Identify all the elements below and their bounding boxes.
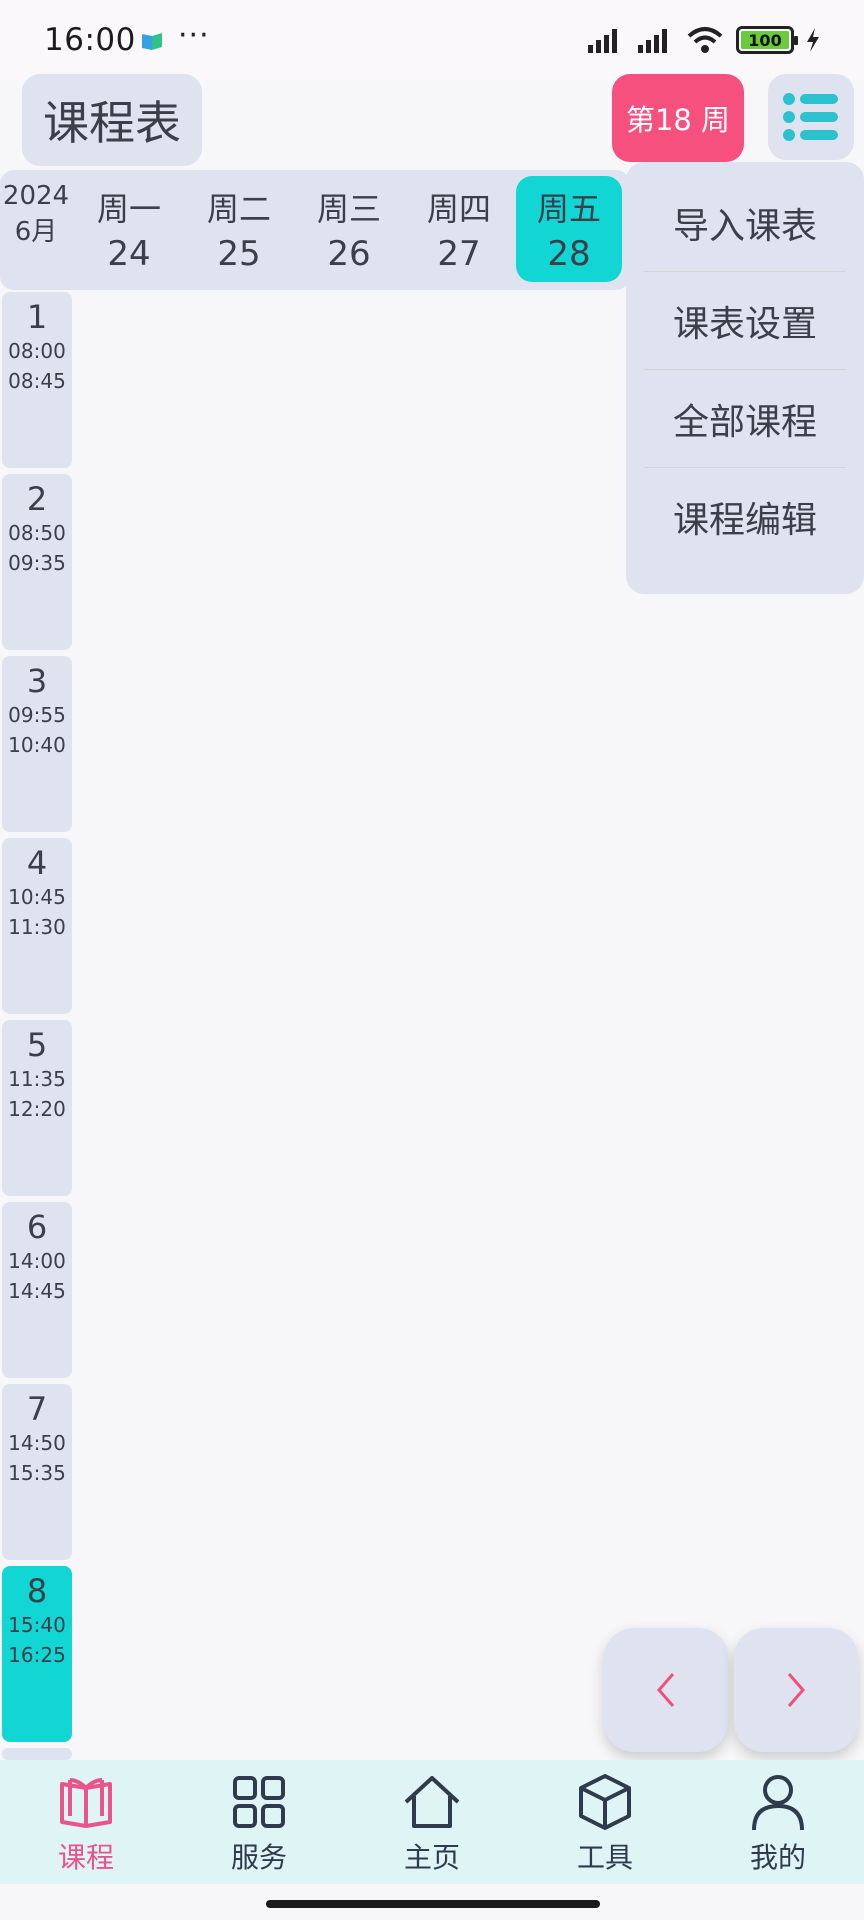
- status-icons: 100: [586, 26, 820, 54]
- charging-icon: [807, 28, 819, 52]
- battery-icon: 100: [736, 26, 798, 54]
- period-number: 1: [26, 298, 48, 336]
- period-end: 14:45: [8, 1279, 66, 1303]
- period-end: 08:45: [8, 369, 66, 393]
- menu-item-edit-courses[interactable]: 课程编辑: [644, 468, 846, 566]
- period-cell-current[interactable]: 8 15:40 16:25: [2, 1566, 72, 1742]
- nav-tab-profile[interactable]: 我的: [718, 1766, 838, 1882]
- period-start: 09:55: [8, 703, 66, 727]
- book-icon: [60, 1778, 112, 1828]
- period-start: 11:35: [8, 1067, 66, 1091]
- day-column-tue[interactable]: 周二 25: [186, 176, 292, 282]
- home-icon: [404, 1776, 460, 1828]
- nav-label: 主页: [403, 1841, 460, 1874]
- signal-icon: [588, 29, 617, 53]
- day-date: 27: [437, 234, 481, 274]
- day-column-fri-today[interactable]: 周五 28: [516, 176, 622, 282]
- period-start: 08:00: [8, 339, 66, 363]
- menu-item-import-schedule[interactable]: 导入课表: [644, 174, 846, 272]
- nav-label: 我的: [749, 1841, 806, 1874]
- day-date: 28: [547, 234, 591, 274]
- nav-tab-tools[interactable]: 工具: [545, 1766, 665, 1882]
- grid-icon: [233, 1776, 285, 1828]
- week-day-header: 2024 6月 周一 24 周二 25 周三 26 周四 27 周五 28: [0, 170, 630, 290]
- period-end: 09:35: [8, 551, 66, 575]
- period-start: 14:00: [8, 1249, 66, 1273]
- period-end: 10:40: [8, 733, 66, 757]
- chevron-left-icon: [657, 1673, 675, 1707]
- page-title: 课程表: [22, 74, 202, 166]
- nav-tab-services[interactable]: 服务: [199, 1766, 319, 1882]
- period-start: 14:50: [8, 1431, 66, 1455]
- period-cell[interactable]: 5 11:35 12:20: [2, 1020, 72, 1196]
- battery-level: 100: [748, 30, 782, 50]
- day-name: 周二: [206, 190, 271, 228]
- period-number: 8: [26, 1572, 48, 1610]
- period-start: 10:45: [8, 885, 66, 909]
- day-name: 周三: [316, 190, 381, 228]
- menu-item-schedule-settings[interactable]: 课表设置: [644, 272, 846, 370]
- period-start: 15:40: [8, 1613, 66, 1637]
- period-cell-partial[interactable]: [2, 1748, 72, 1760]
- period-number: 4: [26, 844, 48, 882]
- period-cell[interactable]: 1 08:00 08:45: [2, 292, 72, 468]
- period-cell[interactable]: 6 14:00 14:45: [2, 1202, 72, 1378]
- wifi-icon: [687, 27, 723, 53]
- menu-button[interactable]: [768, 74, 854, 160]
- year-month-label: 2024 6月: [0, 178, 72, 250]
- next-week-button[interactable]: [734, 1628, 858, 1752]
- period-number: 3: [26, 662, 48, 700]
- day-column-wed[interactable]: 周三 26: [296, 176, 402, 282]
- week-selector-button[interactable]: 第18 周: [612, 74, 744, 162]
- cube-icon: [579, 1774, 631, 1830]
- list-menu-icon: [783, 93, 838, 141]
- nav-tab-home[interactable]: 主页: [372, 1766, 492, 1882]
- period-cell[interactable]: 3 09:55 10:40: [2, 656, 72, 832]
- period-cell[interactable]: 4 10:45 11:30: [2, 838, 72, 1014]
- status-time: 16:00: [44, 22, 136, 58]
- day-name: 周五: [536, 190, 601, 228]
- period-end: 12:20: [8, 1097, 66, 1121]
- options-dropdown-menu: 导入课表 课表设置 全部课程 课程编辑: [626, 162, 864, 594]
- month-label: 6月: [14, 217, 58, 247]
- prev-week-button[interactable]: [604, 1628, 728, 1752]
- day-column-mon[interactable]: 周一 24: [76, 176, 182, 282]
- period-number: 5: [26, 1026, 48, 1064]
- app-notification-icon: [140, 30, 164, 56]
- period-number: 6: [26, 1208, 48, 1246]
- period-number: 2: [26, 480, 48, 518]
- period-number: 7: [26, 1390, 48, 1428]
- menu-item-all-courses[interactable]: 全部课程: [644, 370, 846, 468]
- home-indicator[interactable]: [266, 1900, 600, 1908]
- period-end: 11:30: [8, 915, 66, 939]
- period-start: 08:50: [8, 521, 66, 545]
- user-icon: [752, 1775, 804, 1831]
- day-name: 周四: [426, 190, 491, 228]
- period-cell[interactable]: 2 08:50 09:35: [2, 474, 72, 650]
- nav-tab-courses[interactable]: 课程: [26, 1766, 146, 1882]
- period-end: 16:25: [8, 1643, 66, 1667]
- period-cell[interactable]: 7 14:50 15:35: [2, 1384, 72, 1560]
- status-bar: 16:00 ··· 100: [0, 0, 864, 80]
- day-date: 25: [217, 234, 261, 274]
- nav-label: 服务: [230, 1841, 287, 1874]
- day-column-thu[interactable]: 周四 27: [406, 176, 512, 282]
- period-end: 15:35: [8, 1461, 66, 1485]
- nav-label: 课程: [57, 1841, 114, 1874]
- signal-icon-2: [638, 29, 667, 53]
- day-date: 24: [107, 234, 151, 274]
- day-date: 26: [327, 234, 371, 274]
- more-notifications-icon: ···: [178, 18, 210, 53]
- nav-label: 工具: [576, 1841, 633, 1874]
- chevron-right-icon: [787, 1673, 805, 1707]
- year-label: 2024: [2, 181, 70, 211]
- bottom-navigation: 课程 服务 主页 工具 我的: [0, 1760, 864, 1884]
- day-name: 周一: [96, 190, 161, 228]
